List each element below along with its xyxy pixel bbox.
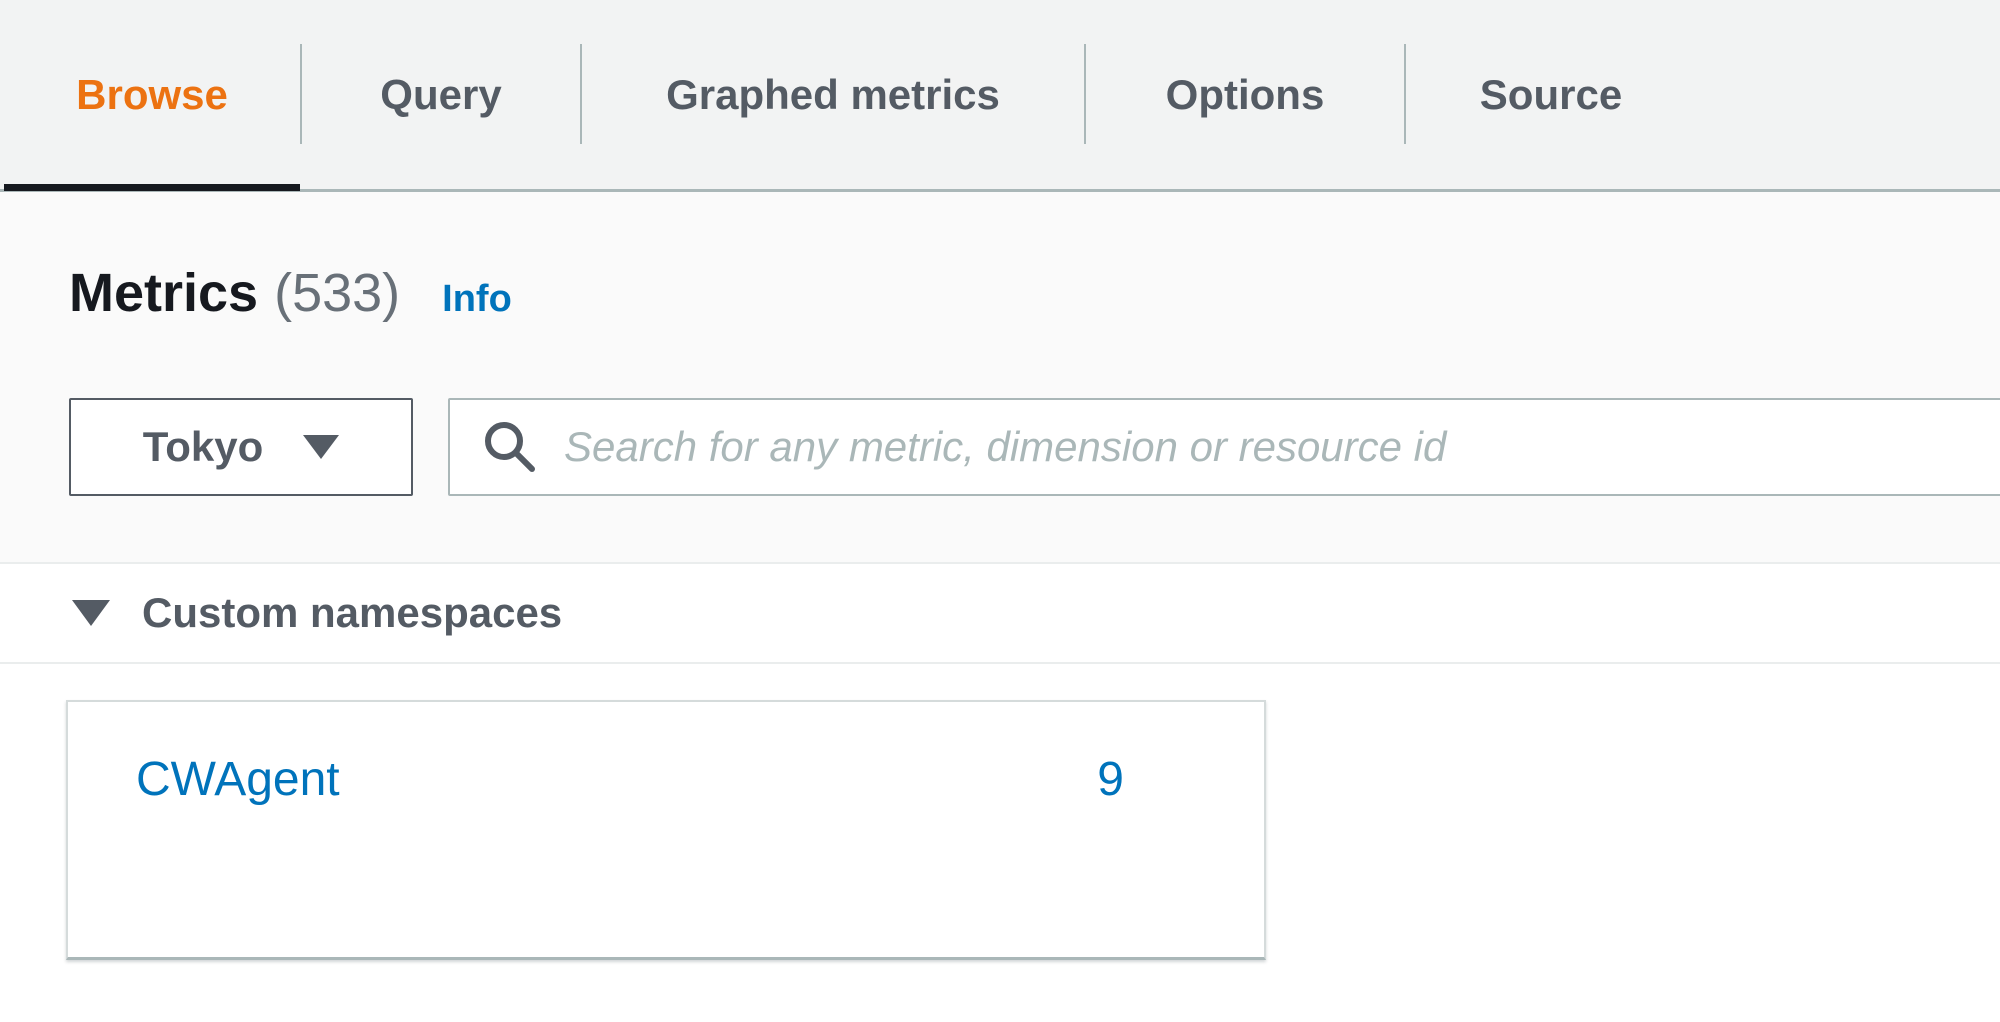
region-selected-value: Tokyo	[142, 423, 264, 470]
active-tab-indicator	[4, 184, 300, 191]
tab-graphed-metrics[interactable]: Graphed metrics	[582, 0, 1084, 192]
namespace-card[interactable]: CWAgent 9	[66, 700, 1266, 960]
caret-down-icon	[72, 600, 110, 626]
namespace-link[interactable]: CWAgent	[136, 752, 340, 807]
tab-bar: Browse Query Graphed metrics Options Sou…	[0, 0, 2000, 192]
metrics-heading: Metrics (533) Info	[69, 262, 512, 324]
region-select[interactable]: Tokyo	[69, 398, 413, 496]
custom-namespaces-toggle[interactable]: Custom namespaces	[0, 564, 2000, 664]
tab-options[interactable]: Options	[1086, 0, 1404, 192]
tab-browse[interactable]: Browse	[4, 0, 300, 192]
namespace-metric-count: 9	[1097, 753, 1124, 806]
info-link[interactable]: Info	[442, 278, 512, 321]
search-input[interactable]	[562, 422, 1966, 472]
tab-query[interactable]: Query	[302, 0, 580, 192]
caret-down-icon	[303, 435, 340, 459]
metrics-header-panel: Metrics (533) Info Tokyo	[0, 192, 2000, 564]
search-box	[448, 398, 2000, 496]
metrics-count: (533)	[274, 263, 401, 323]
search-icon	[485, 422, 535, 472]
section-title: Custom namespaces	[142, 589, 563, 636]
page-title: Metrics	[69, 263, 259, 323]
tab-source[interactable]: Source	[1406, 0, 1696, 192]
